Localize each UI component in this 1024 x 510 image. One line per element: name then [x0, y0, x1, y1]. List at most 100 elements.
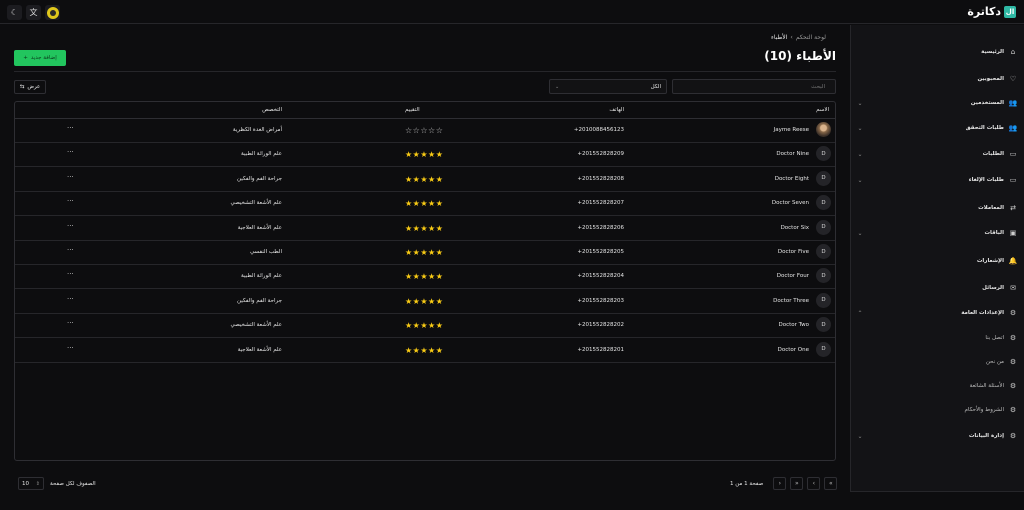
doctor-specialty: علم الأشعة العلاجية	[237, 224, 282, 231]
gear-icon: ⚙	[1009, 358, 1017, 366]
more-options-icon[interactable]: ···	[67, 124, 74, 132]
star-icon: ★	[428, 199, 436, 209]
next-page-button[interactable]: ›	[773, 477, 787, 490]
sidebar-item-label: المحبوبين	[977, 76, 1004, 82]
plus-icon: +	[23, 55, 28, 61]
more-options-icon[interactable]: ···	[67, 197, 74, 205]
column-header-rating[interactable]: التقييم	[405, 107, 420, 113]
translate-icon[interactable]: 文	[26, 5, 41, 20]
doctor-name: Doctor Nine	[776, 151, 809, 158]
rating-stars: ★★★★★	[405, 272, 443, 281]
table-row[interactable]: D Doctor Eight +201552828208 ★★★★★ جراحة الف…	[15, 168, 835, 192]
table-row[interactable]: D Doctor Two +201552828202 ★★★★★ علم الأشعة …	[15, 314, 835, 339]
doctor-name: Doctor One	[777, 346, 809, 353]
sidebar-subitem[interactable]: ⚙ اتصل بنا	[874, 331, 1024, 345]
sidebar-item[interactable]: 👥 المستخدمين ⌄	[850, 96, 1024, 110]
breadcrumb-separator: ›	[790, 34, 793, 41]
doctors-table: الاسم الهاتف التقييم التخصص Jayme Reese +…	[14, 101, 836, 461]
sidebar-item[interactable]: 👥 طلبات التحقق ⌄	[850, 121, 1024, 135]
sidebar-subitem-label: اتصل بنا	[985, 335, 1004, 341]
doctor-specialty: علم الأشعة التشخيصي	[230, 322, 282, 329]
column-header-specialty[interactable]: التخصص	[262, 107, 282, 113]
doctor-name: Doctor Seven	[771, 200, 809, 207]
add-new-button[interactable]: إضافة جديد +	[14, 50, 66, 66]
column-header-phone[interactable]: الهاتف	[609, 107, 624, 113]
sidebar-item[interactable]: ⚙ إدارة البيانات ⌄	[850, 429, 1024, 443]
more-options-icon[interactable]: ···	[67, 295, 74, 303]
view-button[interactable]: عرض ⇆	[14, 80, 46, 94]
filter-select[interactable]: الكل ⌄	[549, 79, 667, 94]
avatar: D	[816, 170, 831, 186]
rows-per-page-select[interactable]: 10 ⇕	[18, 477, 44, 490]
more-options-icon[interactable]: ···	[67, 319, 74, 327]
moon-icon[interactable]: ☾	[7, 5, 22, 20]
doctor-phone: +201552828204	[577, 273, 624, 280]
gear-icon: ⚙	[1009, 406, 1017, 414]
sidebar-item[interactable]: ▭ طلبات الإلغاء ⌄	[850, 173, 1024, 187]
sidebar-item-label: الباقات	[984, 230, 1004, 236]
breadcrumb-root[interactable]: لوحة التحكم	[796, 34, 826, 41]
sidebar-subitem[interactable]: ⚙ الشروط والأحكام	[874, 403, 1024, 417]
sidebar-item[interactable]: ⌂ الرئيسية	[850, 45, 1024, 59]
last-page-button[interactable]: »	[790, 477, 804, 490]
sidebar-item[interactable]: ✉ الرسائل	[850, 281, 1024, 295]
doctor-specialty: جراحة الفم والفكين	[237, 297, 282, 304]
table-row[interactable]: D Doctor Six +201552828206 ★★★★★ علم الأشعة …	[15, 217, 835, 241]
sidebar-item[interactable]: ▭ الطلبات ⌄	[850, 147, 1024, 161]
table-row[interactable]: D Doctor Nine +201552828209 ★★★★★ علم الوراث…	[15, 143, 835, 168]
table-row[interactable]: D Doctor One +201552828201 ★★★★★ علم الأشعة …	[15, 339, 835, 363]
sidebar-subitem-label: الأسئلة الشائعة	[969, 383, 1004, 389]
table-row[interactable]: Jayme Reese +2010088456123 ☆☆☆☆☆ أمراض الغد…	[15, 119, 835, 143]
more-options-icon[interactable]: ···	[67, 344, 74, 352]
star-icon: ★	[405, 248, 413, 257]
rating-stars: ★★★★★	[405, 175, 443, 184]
sidebar-item-icon: ▣	[1009, 229, 1017, 237]
star-icon: ★	[405, 199, 413, 209]
star-icon: ★	[420, 296, 429, 306]
star-icon: ★	[435, 345, 444, 355]
filter-value: الكل	[650, 83, 661, 90]
sidebar-subitem[interactable]: ⚙ من نحن	[874, 355, 1024, 369]
more-options-icon[interactable]: ···	[67, 173, 74, 181]
table-row[interactable]: D Doctor Seven +201552828207 ★★★★★ علم الأشع…	[15, 192, 835, 217]
prev-page-button[interactable]: ‹	[807, 477, 821, 490]
sidebar-item[interactable]: ⇄ المعاملات	[850, 201, 1024, 215]
star-icon: ★	[405, 150, 413, 160]
doctor-specialty: علم الوراثة الطبية	[241, 273, 282, 280]
sidebar-subitem[interactable]: ⚙ الأسئلة الشائعة	[874, 379, 1024, 393]
star-icon: ★	[420, 174, 429, 184]
sidebar-item[interactable]: ⚙ الإعدادات العامة ⌃	[850, 306, 1024, 320]
table-row[interactable]: D Doctor Three +201552828203 ★★★★★ جراحة الف…	[15, 290, 835, 314]
star-icon: ☆	[405, 126, 413, 135]
doctor-specialty: علم الوراثة الطبية	[241, 151, 282, 158]
more-options-icon[interactable]: ···	[67, 270, 74, 278]
doctor-name: Doctor Eight	[774, 175, 809, 182]
user-avatar[interactable]	[45, 5, 60, 20]
sidebar-item-label: الإعدادات العامة	[961, 310, 1004, 316]
rating-stars: ★★★★★	[405, 346, 443, 355]
sidebar-item[interactable]: 🔔 الإشعارات	[850, 254, 1024, 268]
table-row[interactable]: D Doctor Four +201552828204 ★★★★★ علم الوراث…	[15, 265, 835, 290]
app-logo[interactable]: ال دكاترة	[967, 5, 1016, 18]
sidebar-item[interactable]: ▣ الباقات ⌄	[850, 226, 1024, 240]
sidebar-item-label: إدارة البيانات	[968, 433, 1004, 439]
doctor-name: Doctor Six	[780, 224, 809, 231]
search-input[interactable]: البحث	[672, 79, 836, 94]
column-header-name[interactable]: الاسم	[816, 107, 829, 113]
more-options-icon[interactable]: ···	[67, 148, 74, 156]
sidebar-item[interactable]: ♡ المحبوبين	[850, 72, 1024, 86]
more-options-icon[interactable]: ···	[67, 246, 74, 254]
first-page-button[interactable]: «	[824, 477, 838, 490]
table-row[interactable]: D Doctor Five +201552828205 ★★★★★ الطب النفس…	[15, 241, 835, 265]
chevron-icon: ⌄	[857, 150, 863, 158]
avatar: D	[816, 219, 831, 235]
sidebar-item-label: طلبات التحقق	[965, 125, 1004, 131]
avatar: D	[816, 341, 831, 357]
star-icon: ☆	[420, 126, 429, 135]
avatar: D	[816, 146, 831, 162]
doctor-specialty: الطب النفسي	[249, 249, 282, 255]
rating-stars: ★★★★★	[405, 321, 443, 330]
sidebar-item-label: الرئيسية	[981, 49, 1004, 55]
sidebar-item-icon: ⌂	[1010, 48, 1016, 56]
more-options-icon[interactable]: ···	[67, 222, 74, 230]
